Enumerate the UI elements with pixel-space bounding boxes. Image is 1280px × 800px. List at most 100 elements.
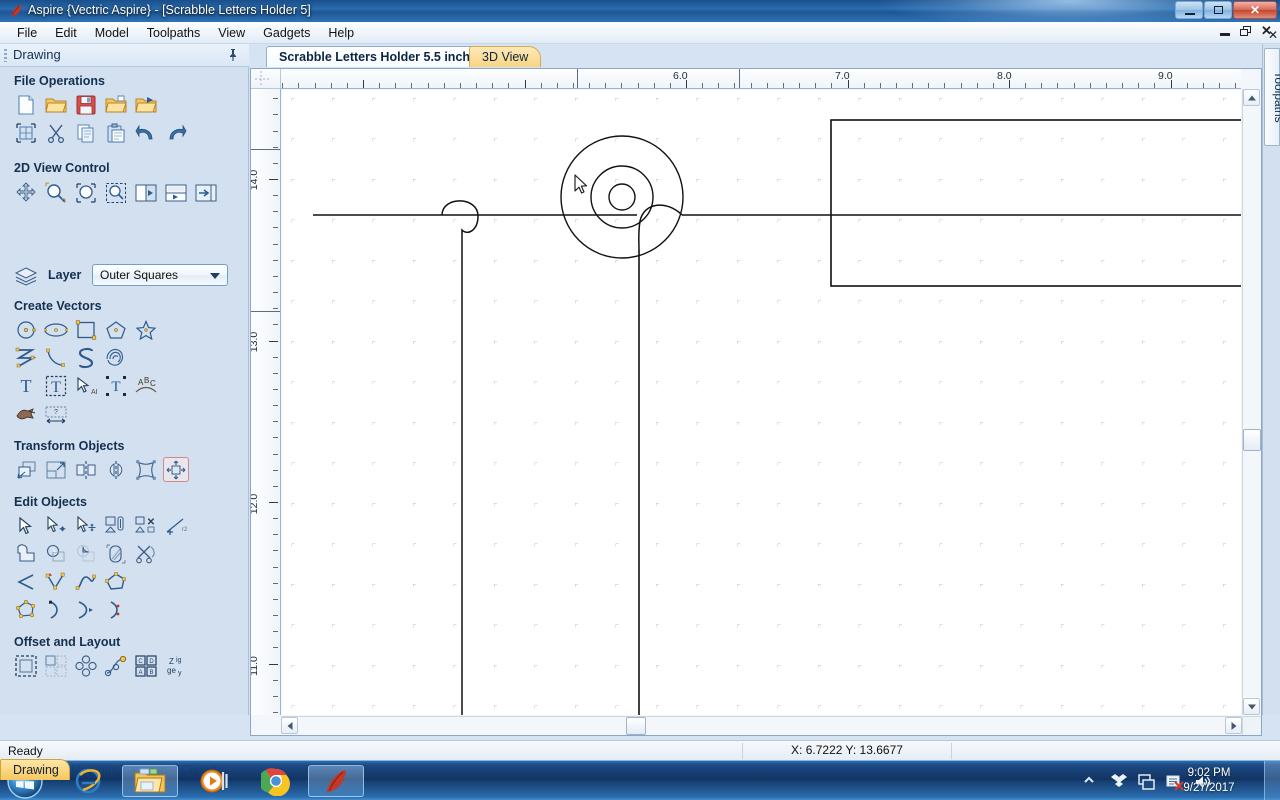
scale-icon[interactable] [43, 457, 69, 482]
move-icon[interactable] [13, 457, 39, 482]
zoom-box-icon[interactable] [103, 180, 129, 205]
network-icon[interactable] [1138, 773, 1156, 791]
job-setup-icon[interactable] [13, 120, 39, 145]
taskbar-item-file-explorer[interactable] [122, 765, 178, 797]
pin-icon[interactable] [227, 48, 239, 62]
toolpaths-tab[interactable]: Toolpaths [1264, 48, 1280, 146]
join-open-icon[interactable] [13, 569, 39, 594]
nesting-icon[interactable]: CD A B [133, 653, 159, 678]
trim-icon[interactable] [133, 541, 159, 566]
trace-bitmap-icon[interactable] [13, 401, 39, 426]
node-edit-icon[interactable] [13, 513, 39, 538]
intersect-icon[interactable] [73, 541, 99, 566]
smooth-icon[interactable] [73, 569, 99, 594]
draw-ellipse-icon[interactable] [43, 317, 69, 342]
subtract-icon[interactable] [43, 541, 69, 566]
menu-model[interactable]: Model [86, 24, 138, 42]
minimize-button[interactable] [1175, 1, 1203, 19]
open-recent-icon[interactable] [103, 92, 129, 117]
scroll-up-icon[interactable] [1243, 89, 1260, 106]
curve-start-icon[interactable] [43, 597, 69, 622]
delete-icon[interactable]: ✕ [133, 513, 159, 538]
mirror-horizontal-icon[interactable] [103, 457, 129, 482]
cut-scissors-icon[interactable] [43, 120, 69, 145]
panel-tab-drawing[interactable]: Drawing [0, 759, 70, 780]
offset-icon[interactable] [13, 653, 39, 678]
circular-copy-icon[interactable] [73, 653, 99, 678]
distort-icon[interactable] [133, 457, 159, 482]
align-icon[interactable] [163, 457, 189, 482]
split-view-icon[interactable] [163, 180, 189, 205]
menu-edit[interactable]: Edit [46, 24, 86, 42]
open-folder-icon[interactable] [43, 92, 69, 117]
point-edit-icon[interactable] [13, 597, 39, 622]
draw-arc-icon[interactable] [43, 345, 69, 370]
draw-circle-icon[interactable] [13, 317, 39, 342]
menu-toolpaths[interactable]: Toolpaths [138, 24, 210, 42]
horizontal-ruler[interactable]: 6.0 7.0 8.0 9.0 10.0 [281, 69, 1241, 89]
draw-rectangle-icon[interactable] [73, 317, 99, 342]
text-arc-icon[interactable]: ABC [133, 373, 159, 398]
save-disk-icon[interactable] [73, 92, 99, 117]
drawing-surface[interactable] [282, 90, 1241, 715]
restore-button[interactable] [1204, 1, 1232, 19]
taskbar-item-aspire[interactable] [308, 765, 364, 797]
copy-icon[interactable] [73, 120, 99, 145]
scroll-down-icon[interactable] [1243, 698, 1260, 715]
panel-grip[interactable] [4, 49, 7, 62]
paste-icon[interactable] [103, 120, 129, 145]
pan-icon[interactable] [13, 180, 39, 205]
menu-file[interactable]: File [8, 24, 46, 42]
array-copy-icon[interactable] [43, 653, 69, 678]
taskbar-item-google-chrome[interactable] [248, 765, 304, 797]
new-file-icon[interactable] [13, 92, 39, 117]
menu-view[interactable]: View [209, 24, 254, 42]
fit-curves-icon[interactable] [103, 541, 129, 566]
zoom-extents-icon[interactable] [73, 180, 99, 205]
zoom-in-icon[interactable] [43, 180, 69, 205]
taskbar-clock[interactable]: 9:02 PM 9/27/2017 [1170, 766, 1248, 796]
vertical-ruler[interactable]: 14.0 13.0 12.0 11.0 [251, 89, 281, 715]
mdi-minimize-button[interactable] [1219, 25, 1232, 38]
fillet-icon[interactable]: r2 [163, 513, 189, 538]
vertical-scroll-thumb[interactable] [1243, 429, 1261, 451]
draw-polygon-icon[interactable] [103, 317, 129, 342]
vertical-scrollbar[interactable] [1242, 89, 1261, 715]
chevron-up-icon[interactable] [1082, 773, 1100, 791]
doc-tab-scrabble-letters-holder[interactable]: Scrabble Letters Holder 5.5 inch [266, 46, 484, 67]
copy-along-curve-icon[interactable] [103, 653, 129, 678]
close-vector-icon[interactable] [103, 569, 129, 594]
horizontal-scroll-thumb[interactable] [626, 717, 646, 735]
toolpaths-close-icon[interactable]: ✕ [1268, 28, 1278, 42]
block-copy-icon[interactable]: Zig ge y [163, 653, 189, 678]
redo-icon[interactable] [163, 120, 189, 145]
nodes-icon[interactable] [43, 569, 69, 594]
scroll-right-icon[interactable] [1225, 717, 1242, 734]
doc-tab-3d-view[interactable]: 3D View [469, 46, 542, 67]
text-select-icon[interactable]: AB [73, 373, 99, 398]
scroll-left-icon[interactable] [281, 717, 298, 734]
draw-star-icon[interactable] [133, 317, 159, 342]
export-folder-icon[interactable] [133, 92, 159, 117]
layer-select[interactable]: Outer Squares [92, 264, 228, 286]
arc-fit-icon[interactable] [103, 597, 129, 622]
dimension-icon[interactable]: ? [43, 401, 69, 426]
taskbar-item-media-player[interactable] [186, 765, 242, 797]
weld-icon[interactable] [13, 541, 39, 566]
draw-spiral-icon[interactable] [103, 345, 129, 370]
create-text-icon[interactable]: T [13, 373, 39, 398]
show-panel-icon[interactable] [193, 180, 219, 205]
transform-tool-icon[interactable] [73, 513, 99, 538]
reverse-icon[interactable] [73, 597, 99, 622]
select-tool-icon[interactable] [43, 513, 69, 538]
menu-help[interactable]: Help [319, 24, 363, 42]
text-on-curve-icon[interactable]: T [103, 373, 129, 398]
measure-icon[interactable] [103, 513, 129, 538]
show-desktop-button[interactable] [1264, 761, 1280, 800]
mirror-vertical-icon[interactable] [73, 457, 99, 482]
close-button[interactable]: ✕ [1233, 1, 1277, 19]
dropbox-icon[interactable] [1110, 773, 1128, 791]
draw-curve-icon[interactable] [73, 345, 99, 370]
mdi-restore-button[interactable] [1240, 25, 1253, 38]
text-box-icon[interactable]: T [43, 373, 69, 398]
